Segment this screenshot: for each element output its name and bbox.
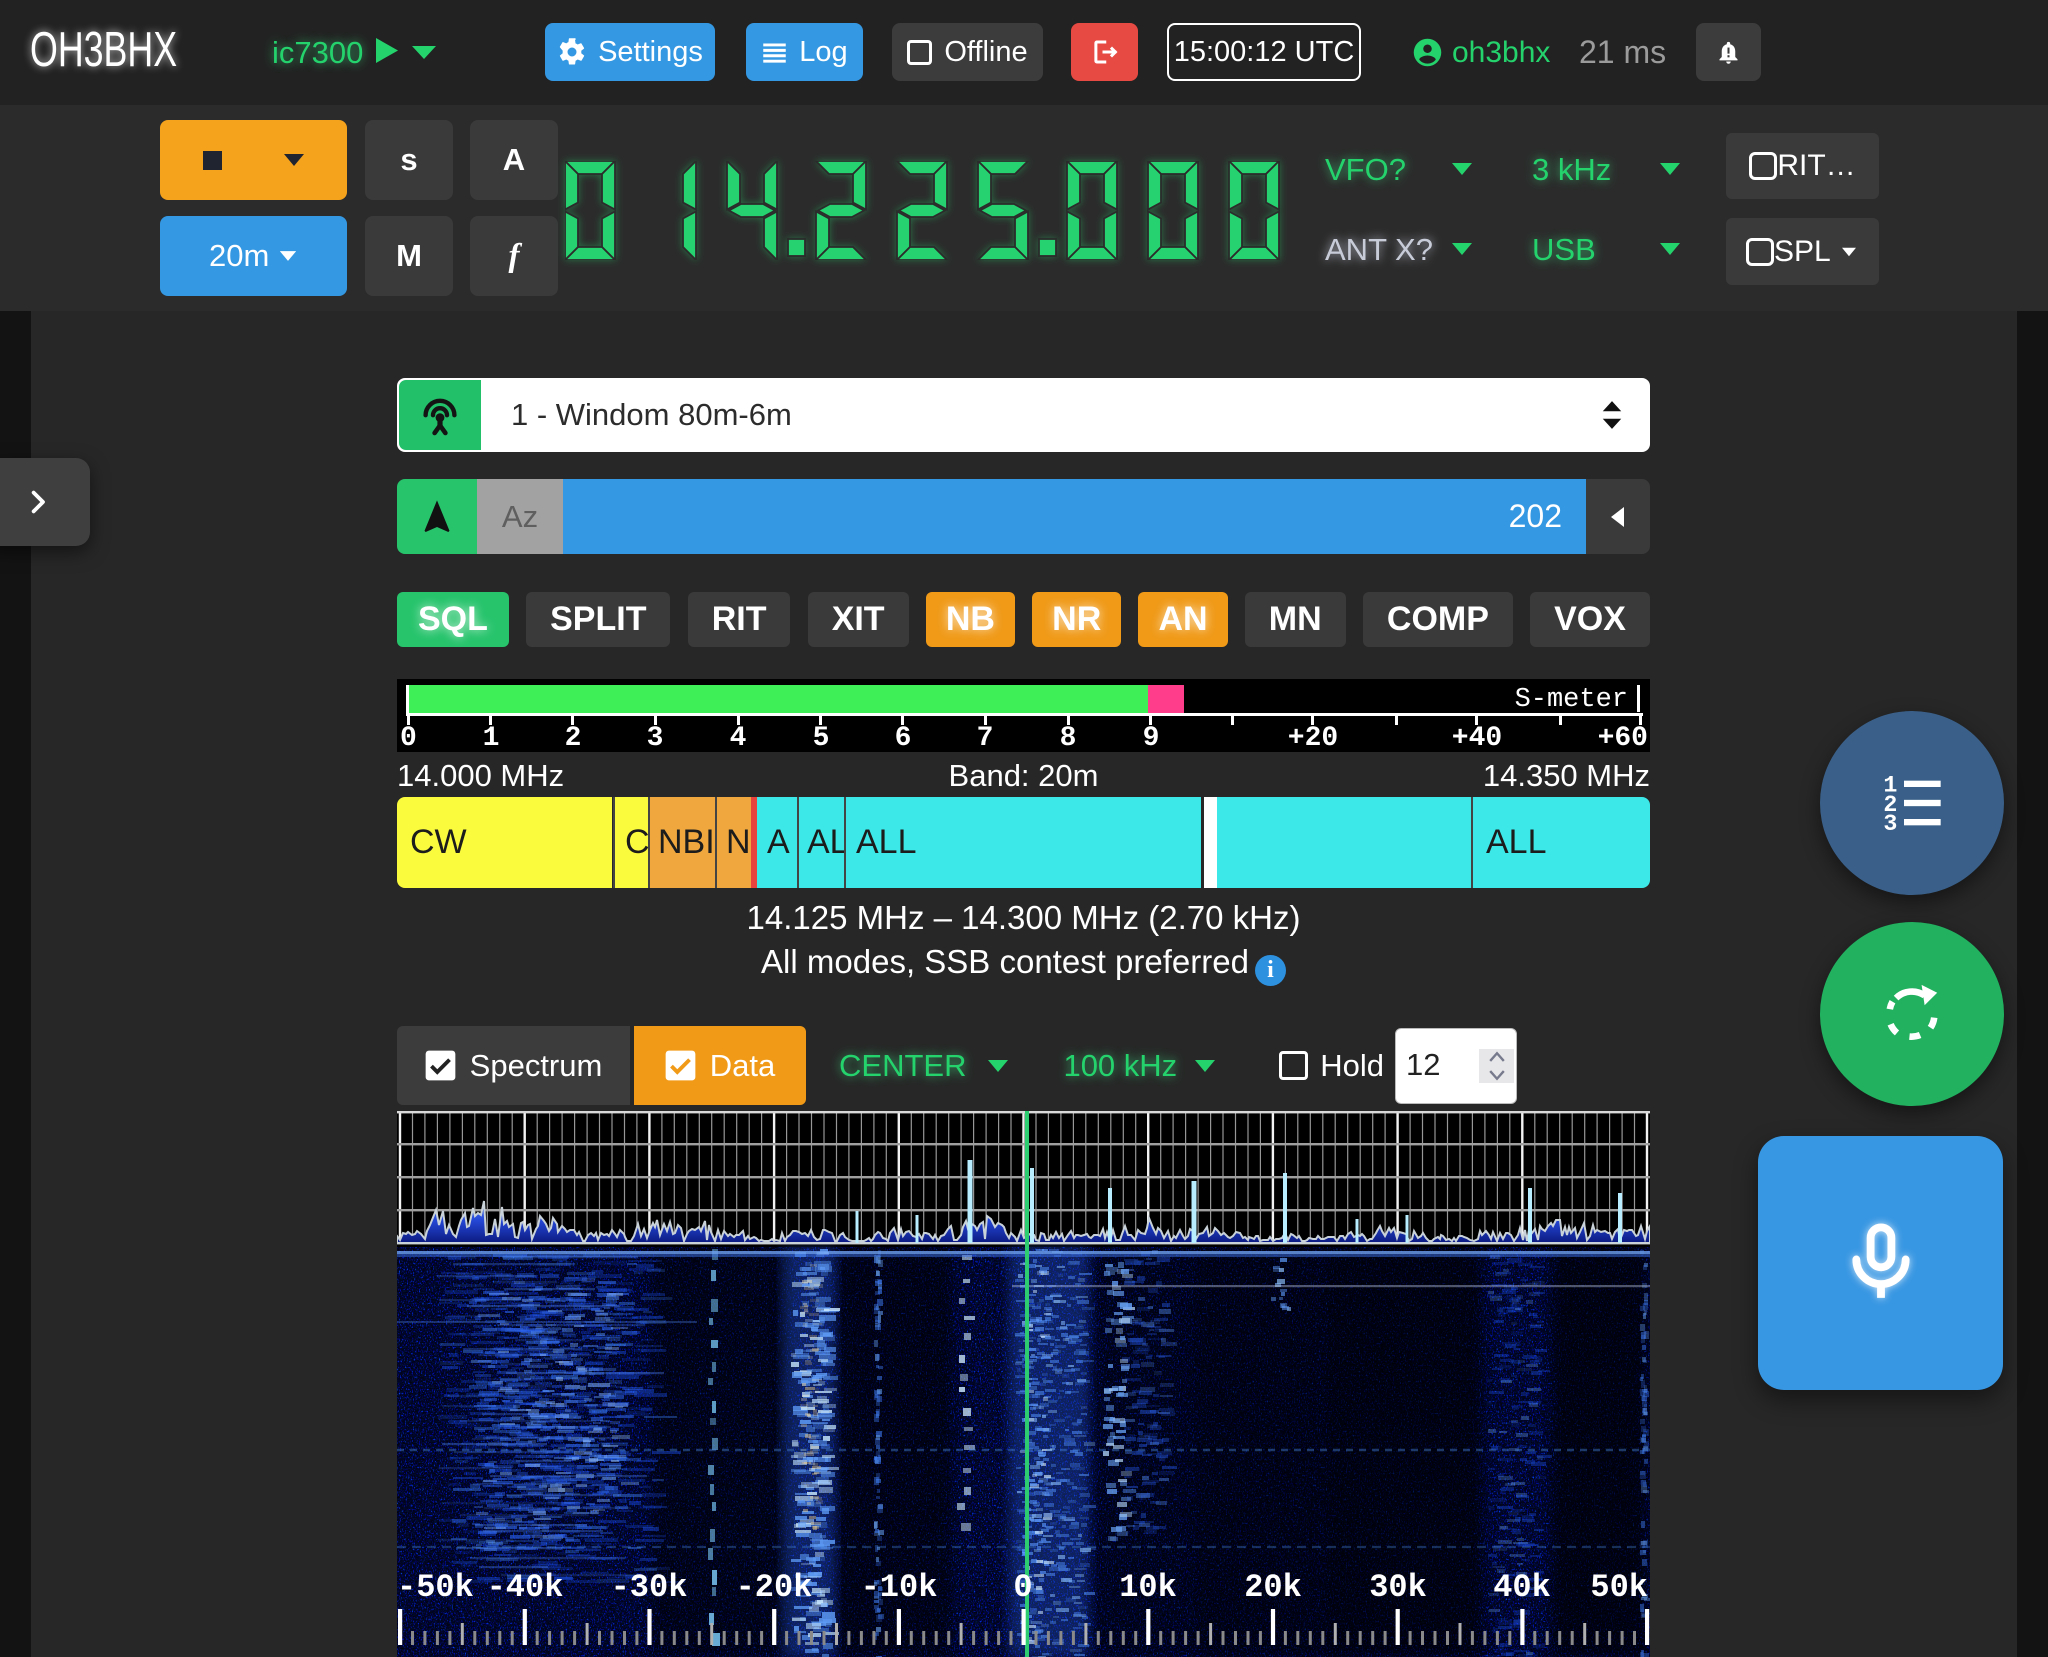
svg-text:-10k: -10k	[861, 1569, 938, 1606]
svg-text:-20k: -20k	[736, 1569, 813, 1606]
svg-text:20k: 20k	[1244, 1569, 1302, 1606]
svg-text:-30k: -30k	[611, 1569, 688, 1606]
svg-text:40k: 40k	[1493, 1569, 1551, 1606]
svg-text:0: 0	[1013, 1569, 1032, 1606]
svg-text:30k: 30k	[1369, 1569, 1427, 1606]
svg-text:50k: 50k	[1590, 1569, 1648, 1606]
svg-text:10k: 10k	[1119, 1569, 1177, 1606]
svg-text:-40k: -40k	[487, 1569, 564, 1606]
svg-text:3: 3	[1883, 812, 1897, 838]
svg-text:-50k: -50k	[397, 1569, 474, 1606]
